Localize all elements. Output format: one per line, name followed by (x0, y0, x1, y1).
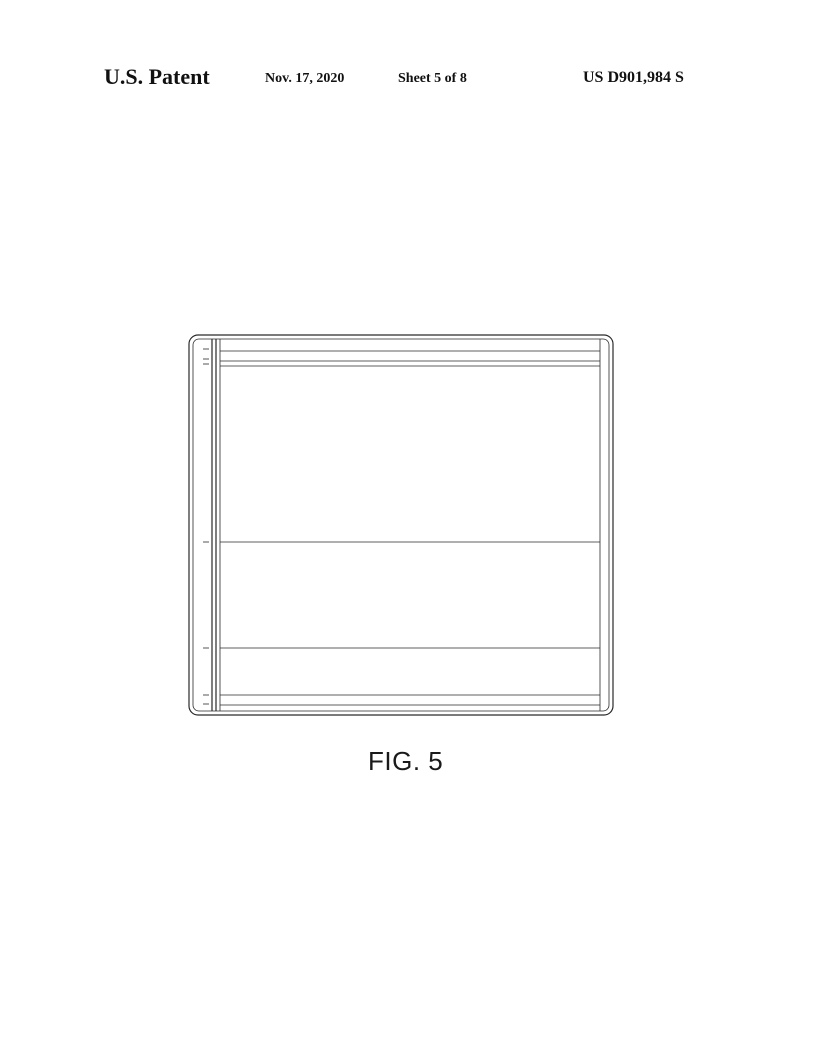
device-inner-outline (193, 339, 609, 711)
figure-label: FIG. 5 (368, 746, 443, 777)
device-outer-outline (189, 335, 613, 715)
figure-drawing (0, 0, 816, 1056)
